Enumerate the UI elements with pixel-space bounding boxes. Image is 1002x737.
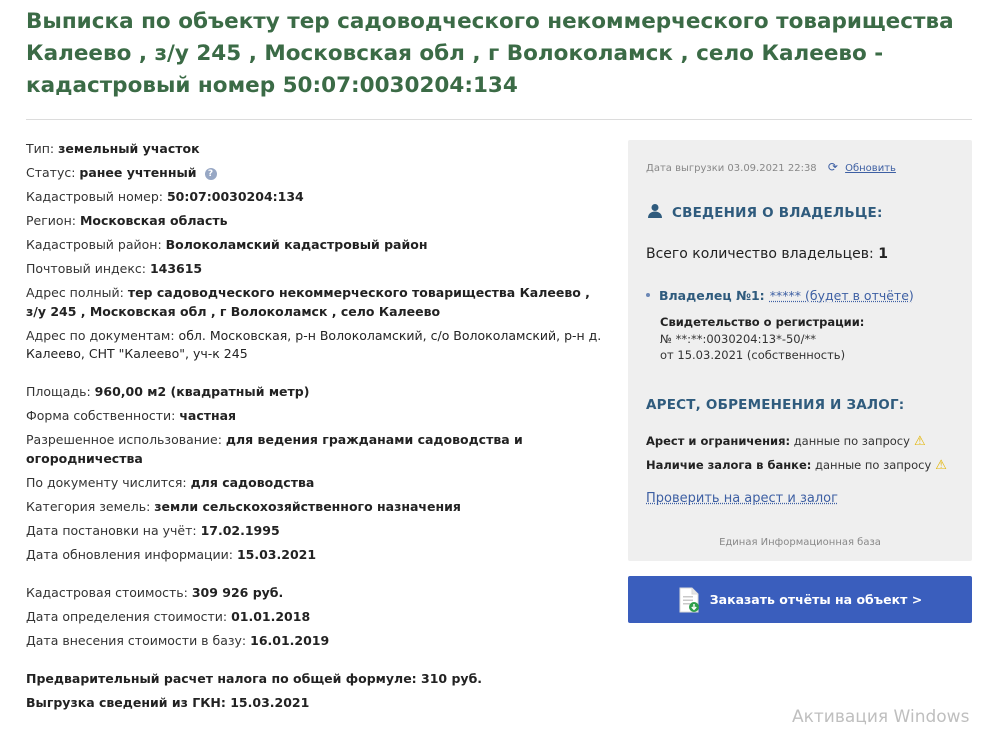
person-icon [648,204,662,218]
object-info: Тип: земельный участок Статус: ранее учт… [26,140,606,718]
owner-report-link[interactable]: ***** (будет в отчёте) [770,288,914,303]
info-update-date: Дата обновления информации: 15.03.2021 [26,546,317,562]
title-divider [26,119,972,120]
document-download-icon [679,587,699,612]
info-full-address: Адрес полный: тер садоводческого некомме… [26,285,590,319]
info-status: Статус: ранее учтенный? [26,164,606,183]
info-cadastral-cost: Кадастровая стоимость: 309 926 руб. [26,584,284,600]
export-date: Дата выгрузки 03.09.2021 22:38 [646,163,817,174]
info-cadastral-district: Кадастровый район: Волоколамский кадастр… [26,237,428,252]
info-doc-address: Адрес по документам: обл. Московская, р-… [26,327,602,362]
owner-heading: СВЕДЕНИЯ О ВЛАДЕЛЬЦЕ: [646,203,883,221]
refresh-icon[interactable]: ⟳ [828,160,838,174]
check-arrest-link[interactable]: Проверить на арест и залог [646,491,838,506]
info-ownership-form: Форма собственности: частная [26,408,237,423]
database-name: Единая Информационная база [719,537,881,548]
windows-activation-watermark: Активация Windows [792,707,970,727]
warning-icon: ⚠ [913,434,926,449]
cert-number: № **:**:0030204:13*-50/** [660,331,816,346]
registration-certificate: Свидетельство о регистрации: № **:**:003… [660,314,956,364]
info-gkn-export: Выгрузка сведений из ГКН: 15.03.2021 [26,694,310,710]
info-tax-estimate: Предварительный расчет налога по общей ф… [26,670,483,686]
info-area: Площадь: 960,00 м2 (квадратный метр) [26,384,310,399]
refresh-link[interactable]: Обновить [845,163,896,174]
cert-date: от 15.03.2021 (собственность) [660,348,846,362]
owner-item: Владелец №1: ***** (будет в отчёте) Свид… [646,285,956,364]
info-permitted-use: Разрешенное использование: для ведения г… [26,432,523,466]
info-postal-index: Почтовый индекс: 143615 [26,261,203,276]
owner-panel: Дата выгрузки 03.09.2021 22:38 ⟳ Обновит… [628,140,972,561]
export-date-line: Дата выгрузки 03.09.2021 22:38 ⟳ Обновит… [646,160,896,174]
info-cadastral-number: Кадастровый номер: 50:07:0030204:134 [26,189,304,204]
help-icon[interactable]: ? [204,168,217,180]
info-region: Регион: Московская область [26,213,228,228]
info-type: Тип: земельный участок [26,141,200,156]
arrest-heading: АРЕСТ, ОБРЕМЕНЕНИЯ И ЗАЛОГ: [646,397,905,413]
pledge-row: Наличие залога в банке: данные по запрос… [646,458,947,473]
info-cost-determination-date: Дата определения стоимости: 01.01.2018 [26,608,311,624]
info-land-category: Категория земель: земли сельскохозяйстве… [26,498,461,514]
info-by-document: По документу числится: для садоводства [26,474,315,490]
owner-total: Всего количество владельцев: 1 [646,246,888,262]
order-reports-button[interactable]: Заказать отчёты на объект > [628,576,972,623]
warning-icon: ⚠ [935,458,947,473]
page-title: Выписка по объекту тер садоводческого не… [26,9,954,98]
bullet-icon [646,293,650,297]
owner-name-label: Владелец №1: [659,288,765,303]
info-cost-entry-date: Дата внесения стоимости в базу: 16.01.20… [26,632,330,648]
arrest-row: Арест и ограничения: данные по запросу ⚠ [646,434,926,449]
info-registration-date: Дата постановки на учёт: 17.02.1995 [26,522,280,538]
